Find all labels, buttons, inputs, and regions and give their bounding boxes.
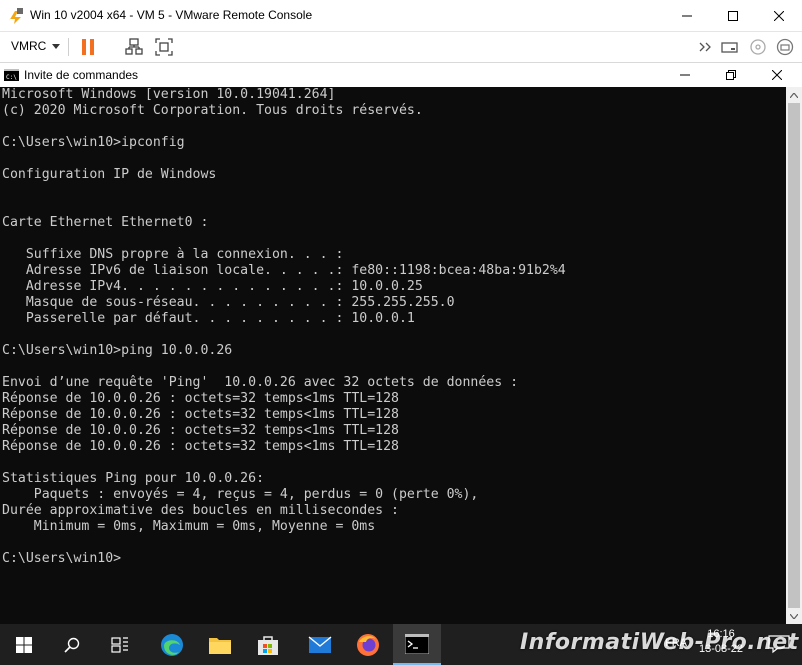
cmd-window-icon: C:\ bbox=[4, 69, 19, 81]
restore-icon bbox=[726, 70, 736, 80]
clock-date: 13-08-22 bbox=[698, 643, 744, 655]
minimize-button[interactable] bbox=[664, 0, 710, 31]
vmware-logo-icon bbox=[9, 8, 23, 24]
taskbar-mail[interactable] bbox=[296, 624, 344, 665]
toolbar-separator bbox=[68, 38, 69, 56]
notification-icon[interactable] bbox=[768, 634, 790, 654]
taskbar-edge[interactable] bbox=[148, 624, 196, 665]
console-line: Réponse de 10.0.0.26 : octets=32 temps<1… bbox=[2, 391, 399, 406]
console-line: Durée approximative des boucles en milli… bbox=[2, 503, 399, 518]
settings-icon[interactable] bbox=[776, 38, 794, 56]
watermark: InformatiWeb-Pro.net bbox=[520, 630, 799, 655]
search-icon bbox=[64, 637, 80, 653]
taskbar-file-explorer[interactable] bbox=[196, 624, 244, 665]
console-line: Microsoft Windows [version 10.0.19041.26… bbox=[2, 87, 336, 102]
console-line: Réponse de 10.0.0.26 : octets=32 temps<1… bbox=[2, 407, 399, 422]
fullscreen-icon[interactable] bbox=[155, 38, 173, 56]
console-line: C:\Users\win10> bbox=[2, 551, 122, 566]
store-icon bbox=[258, 635, 278, 655]
edge-icon bbox=[161, 633, 183, 656]
maximize-button[interactable] bbox=[710, 0, 756, 31]
file-explorer-icon bbox=[209, 637, 231, 654]
cmd-close-button[interactable] bbox=[754, 63, 800, 87]
taskbar-store[interactable] bbox=[244, 624, 292, 665]
console-line: Envoi d’une requête 'Ping' 10.0.0.26 ave… bbox=[2, 375, 519, 390]
console-line: Passerelle par défaut. . . . . . . . . :… bbox=[2, 311, 415, 326]
console-line: (c) 2020 Microsoft Corporation. Tous dro… bbox=[2, 103, 423, 118]
search-button[interactable] bbox=[48, 624, 96, 665]
vmrc-titlebar: Win 10 v2004 x64 - VM 5 - VMware Remote … bbox=[0, 0, 802, 32]
cmd-minimize-button[interactable] bbox=[662, 63, 708, 87]
console-line: Adresse IPv6 de liaison locale. . . . .:… bbox=[2, 263, 566, 278]
minimize-icon bbox=[680, 74, 690, 76]
taskbar-cmd[interactable] bbox=[393, 624, 441, 665]
start-icon bbox=[16, 636, 32, 653]
chevron-up-icon bbox=[790, 92, 798, 98]
chevron-down-icon bbox=[52, 43, 61, 49]
console-line: Réponse de 10.0.0.26 : octets=32 temps<1… bbox=[2, 439, 399, 454]
mail-icon bbox=[308, 635, 332, 653]
removable-devices-icon[interactable] bbox=[721, 38, 739, 56]
console-line: Réponse de 10.0.0.26 : octets=32 temps<1… bbox=[2, 423, 399, 438]
firefox-icon bbox=[357, 633, 379, 656]
language-indicator[interactable]: FRA bbox=[665, 637, 687, 649]
scroll-thumb[interactable] bbox=[788, 103, 800, 608]
console-line: Adresse IPv4. . . . . . . . . . . . . .:… bbox=[2, 279, 423, 294]
cmd-icon bbox=[405, 633, 429, 654]
console-line: Statistiques Ping pour 10.0.0.26: bbox=[2, 471, 265, 486]
taskbar-firefox[interactable] bbox=[344, 624, 392, 665]
send-keys-icon[interactable] bbox=[697, 38, 715, 56]
start-button[interactable] bbox=[0, 624, 48, 665]
system-clock[interactable]: 16:16 13-08-22 bbox=[696, 627, 746, 657]
console-scrollbar[interactable] bbox=[786, 87, 802, 624]
console-line: Minimum = 0ms, Maximum = 0ms, Moyenne = … bbox=[2, 519, 376, 534]
console-line: C:\Users\win10>ping 10.0.0.26 bbox=[2, 343, 233, 358]
cmd-restore-button[interactable] bbox=[708, 63, 754, 87]
close-icon bbox=[772, 70, 782, 80]
clock-time: 16:16 bbox=[707, 628, 735, 640]
vmrc-menu-button[interactable]: VMRC bbox=[11, 39, 61, 53]
task-view-icon bbox=[111, 636, 128, 653]
console-text: Microsoft Windows [version 10.0.19041.26… bbox=[0, 87, 786, 567]
console-output[interactable]: Microsoft Windows [version 10.0.19041.26… bbox=[0, 87, 786, 624]
console-line: C:\Users\win10>ipconfig bbox=[2, 135, 185, 150]
task-view-button[interactable] bbox=[96, 624, 144, 665]
console-line: Carte Ethernet Ethernet0 : bbox=[2, 215, 209, 230]
chevron-down-icon bbox=[790, 613, 798, 619]
console-line: Configuration IP de Windows bbox=[2, 167, 217, 182]
console-line: Masque de sous-réseau. . . . . . . . . :… bbox=[2, 295, 455, 310]
maximize-icon bbox=[728, 10, 738, 21]
console-line: Paquets : envoyés = 4, reçus = 4, perdus… bbox=[2, 487, 479, 502]
vmrc-menu-label: VMRC bbox=[11, 39, 47, 53]
close-icon bbox=[774, 10, 784, 21]
vmrc-toolbar: VMRC bbox=[0, 32, 802, 63]
scroll-down-button[interactable] bbox=[786, 608, 802, 624]
cmd-window-title: Invite de commandes bbox=[24, 68, 139, 82]
console-line: Suffixe DNS propre à la connexion. . . : bbox=[2, 247, 344, 262]
network-icon[interactable] bbox=[125, 38, 143, 56]
close-button[interactable] bbox=[756, 0, 802, 31]
svg-text:C:\: C:\ bbox=[6, 74, 17, 81]
window-title: Win 10 v2004 x64 - VM 5 - VMware Remote … bbox=[30, 8, 313, 22]
scroll-up-button[interactable] bbox=[786, 87, 802, 103]
cd-icon[interactable] bbox=[749, 38, 767, 56]
minimize-icon bbox=[682, 15, 692, 16]
pause-icon[interactable] bbox=[79, 38, 97, 56]
